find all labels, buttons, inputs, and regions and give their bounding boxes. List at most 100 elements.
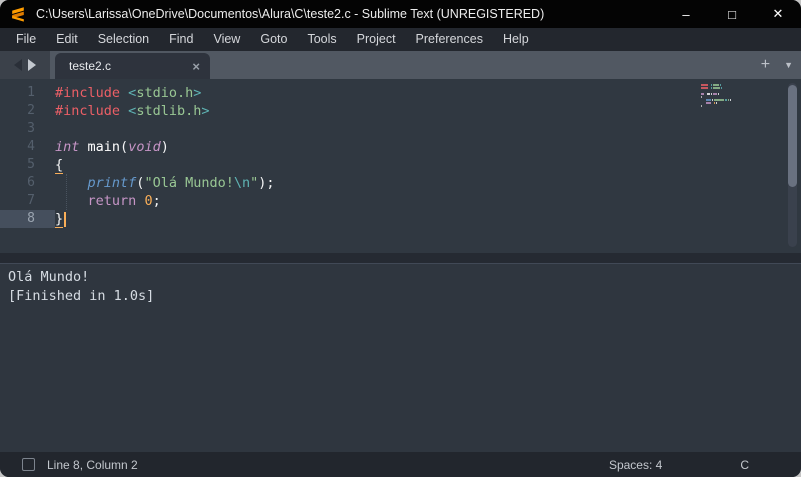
token-plain — [120, 85, 128, 101]
panel-divider — [0, 253, 801, 263]
token-type: int — [55, 139, 79, 155]
window-controls: – □ ✕ — [663, 0, 801, 28]
console-line: [Finished in 1.0s] — [8, 287, 793, 306]
minimap-segment — [713, 84, 719, 86]
menu-item-preferences[interactable]: Preferences — [406, 28, 493, 51]
minimap-segment — [701, 93, 704, 95]
minimap-row — [701, 102, 737, 104]
token-preproc: #include — [55, 103, 120, 119]
line-number: 1 — [0, 84, 55, 102]
code-line[interactable]: } — [55, 210, 801, 228]
text-caret — [64, 212, 66, 227]
menu-item-file[interactable]: File — [6, 28, 46, 51]
status-bar: Line 8, Column 2 Spaces: 4 C — [0, 452, 801, 477]
new-tab-icon[interactable]: + — [761, 57, 770, 73]
token-string: stdio.h — [136, 85, 193, 101]
code-line[interactable]: printf("Olá Mundo!\n"); — [55, 174, 801, 192]
token-type: void — [128, 139, 161, 155]
menu-item-project[interactable]: Project — [347, 28, 406, 51]
editor-area[interactable]: 12345678 #include <stdio.h>#include <std… — [0, 79, 801, 253]
minimap-segment — [730, 99, 732, 101]
token-preproc: #include — [55, 85, 120, 101]
minimap-segment — [705, 93, 706, 95]
code-line[interactable]: return 0; — [55, 192, 801, 210]
token-support: printf — [88, 175, 137, 191]
line-number: 7 — [0, 192, 55, 210]
tab-label: teste2.c — [69, 59, 192, 73]
menu-item-selection[interactable]: Selection — [88, 28, 159, 51]
menu-item-goto[interactable]: Goto — [250, 28, 297, 51]
menu-item-find[interactable]: Find — [159, 28, 203, 51]
minimap-segment — [701, 99, 705, 101]
menu-item-view[interactable]: View — [203, 28, 250, 51]
token-plain — [55, 193, 88, 209]
window-title: C:\Users\Larissa\OneDrive\Documentos\Alu… — [36, 7, 663, 21]
code-line[interactable] — [55, 120, 801, 138]
minimap-segment — [711, 93, 712, 95]
menu-item-help[interactable]: Help — [493, 28, 539, 51]
line-number-gutter: 12345678 — [0, 79, 55, 253]
line-number: 2 — [0, 102, 55, 120]
menu-item-tools[interactable]: Tools — [297, 28, 346, 51]
code-line[interactable]: #include <stdio.h> — [55, 84, 801, 102]
minimap-segment — [716, 102, 717, 104]
tab-bar-actions: + ▼ — [761, 51, 793, 79]
minimap-segment — [720, 84, 721, 86]
minimap-segment — [712, 99, 713, 101]
cursor-position[interactable]: Line 8, Column 2 — [47, 458, 609, 472]
tab-bar: teste2.c × + ▼ — [0, 51, 801, 79]
line-number: 4 — [0, 138, 55, 156]
line-number: 5 — [0, 156, 55, 174]
token-string: stdlib.h — [136, 103, 201, 119]
minimap-segment — [728, 99, 729, 101]
minimap-segment — [713, 93, 717, 95]
minimap-segment — [701, 87, 708, 89]
tab-next-icon[interactable] — [28, 59, 36, 71]
token-plain: ) — [161, 139, 169, 155]
token-plain — [120, 103, 128, 119]
minimap-row — [701, 87, 737, 89]
code-line[interactable]: #include <stdlib.h> — [55, 102, 801, 120]
minimap-row — [701, 96, 737, 98]
menu-bar: FileEditSelectionFindViewGotoToolsProjec… — [0, 28, 801, 51]
minimap-segment — [711, 87, 712, 89]
status-square-icon[interactable] — [22, 458, 35, 471]
tab-close-icon[interactable]: × — [192, 59, 200, 74]
close-button[interactable]: ✕ — [755, 0, 801, 28]
minimap-segment — [713, 87, 720, 89]
minimap-row — [701, 90, 737, 92]
tab-nav-arrows — [0, 51, 50, 79]
minimap-segment — [711, 84, 712, 86]
sublime-text-window: C:\Users\Larissa\OneDrive\Documentos\Alu… — [0, 0, 801, 477]
code-line[interactable]: int main(void) — [55, 138, 801, 156]
minimap-segment — [706, 102, 711, 104]
minimap-segment — [718, 93, 719, 95]
code-pane[interactable]: #include <stdio.h>#include <stdlib.h> int… — [55, 79, 801, 253]
minimap-segment — [714, 102, 715, 104]
editor-scrollbar-thumb[interactable] — [788, 85, 797, 187]
token-plain: ( — [120, 139, 128, 155]
token-keyword: return — [88, 193, 137, 209]
title-bar: C:\Users\Larissa\OneDrive\Documentos\Alu… — [0, 0, 801, 28]
minimap-segment — [714, 99, 724, 101]
minimap-segment — [701, 84, 708, 86]
tab-teste2-c[interactable]: teste2.c × — [55, 53, 210, 79]
minimap-row — [701, 84, 737, 86]
indent-setting[interactable]: Spaces: 4 — [609, 458, 662, 472]
editor-scrollbar[interactable] — [788, 83, 797, 247]
minimap-segment — [707, 93, 711, 95]
token-angle: > — [193, 85, 201, 101]
minimize-button[interactable]: – — [663, 0, 709, 28]
tab-prev-icon[interactable] — [14, 59, 22, 71]
minimap-segment — [701, 96, 702, 98]
token-escape: \n — [234, 175, 250, 191]
tab-overflow-icon[interactable]: ▼ — [784, 60, 793, 70]
menu-item-edit[interactable]: Edit — [46, 28, 88, 51]
maximize-button[interactable]: □ — [709, 0, 755, 28]
minimap-row — [701, 99, 737, 101]
syntax-mode[interactable]: C — [740, 458, 749, 472]
minimap[interactable] — [701, 84, 737, 108]
code-line[interactable]: { — [55, 156, 801, 174]
minimap-segment — [725, 99, 727, 101]
minimap-segment — [712, 102, 713, 104]
